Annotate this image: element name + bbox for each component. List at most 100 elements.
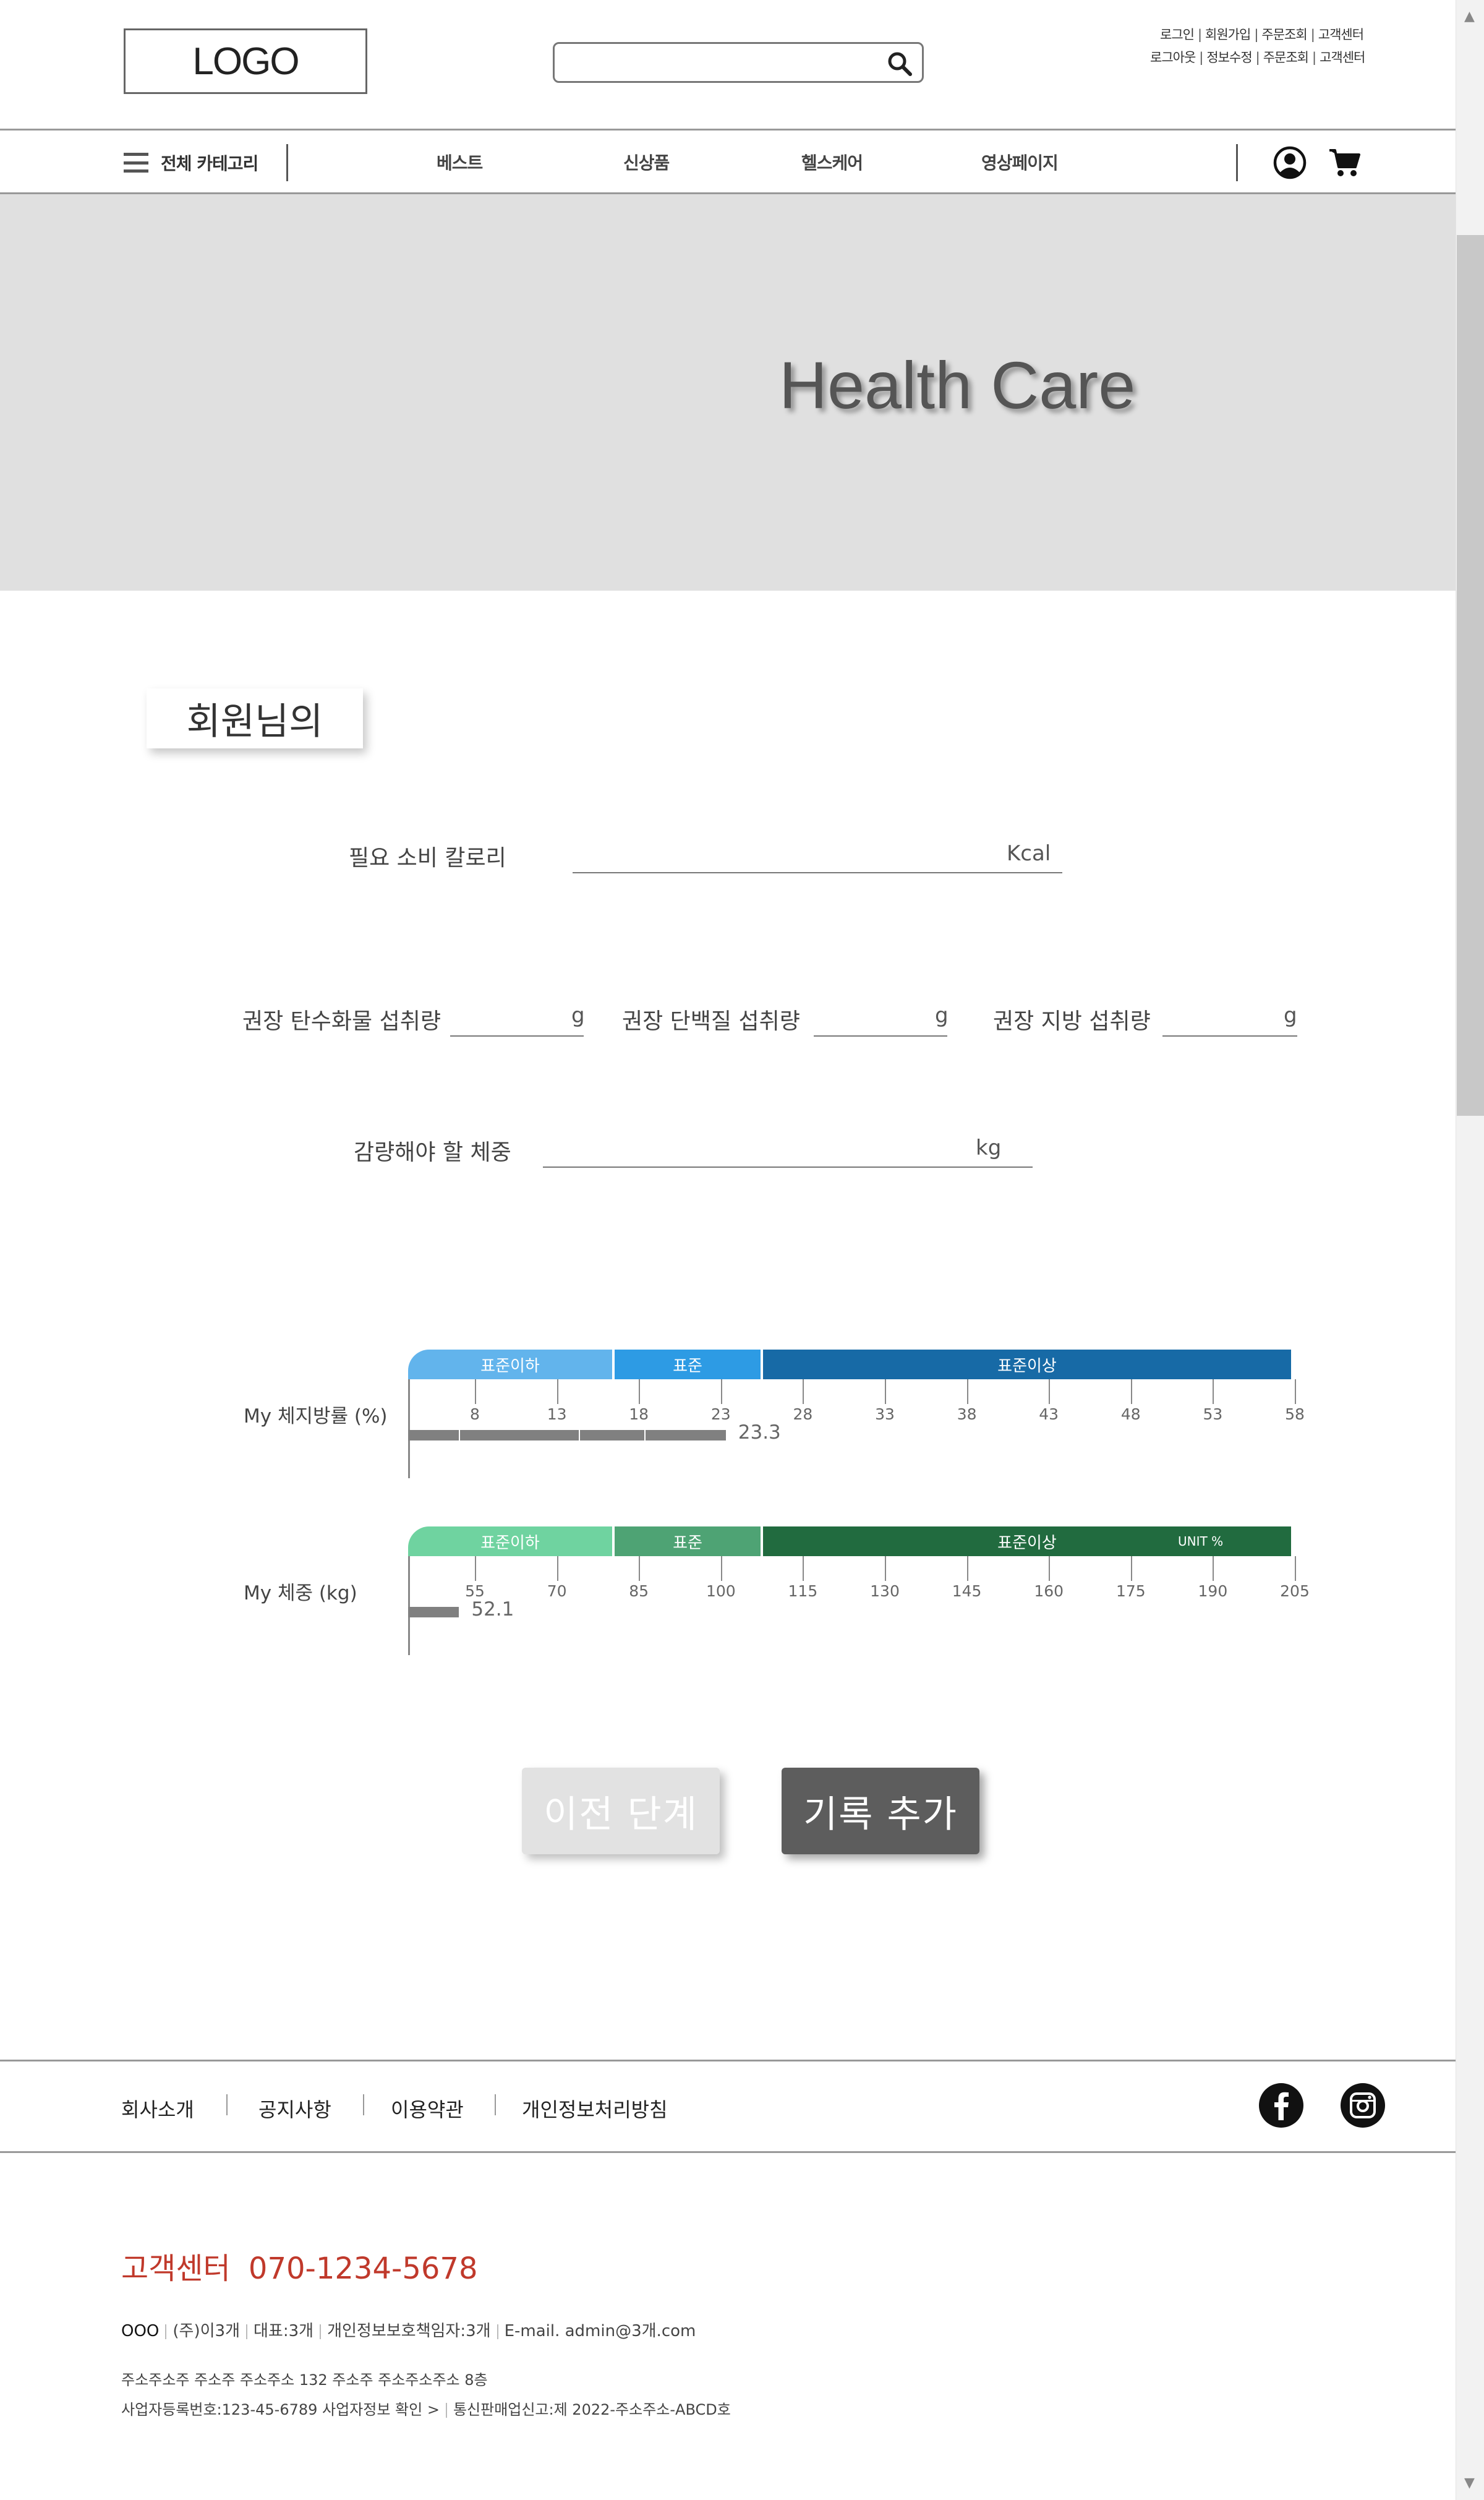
chart-tick bbox=[1295, 1556, 1296, 1581]
logo[interactable]: LOGO bbox=[124, 28, 367, 94]
protein-label: 권장 단백질 섭취량 bbox=[622, 1009, 800, 1034]
company-address: 주소주소주 주소주 주소주소 132 주소주 주소주소주소 8층 bbox=[121, 2371, 488, 2389]
login-link[interactable]: 로그인 bbox=[1160, 25, 1195, 43]
customer-center: 고객센터 070-1234-5678 bbox=[121, 2244, 477, 2287]
body-fat-chart: 표준이하 표준 표준이상 8 13 18 23 28 33 38 43 48 53 58 23.3 bbox=[408, 1350, 1305, 1478]
customer-center-phone[interactable]: 070-1234-5678 bbox=[249, 2251, 478, 2286]
chart-tick bbox=[639, 1379, 641, 1404]
chart-tick bbox=[1049, 1556, 1051, 1581]
all-categories-button[interactable]: 전체 카테고리 bbox=[124, 150, 258, 175]
value-bar-segment bbox=[580, 1430, 644, 1440]
search-input[interactable] bbox=[563, 49, 875, 77]
footer-link-notice[interactable]: 공지사항 bbox=[258, 2094, 331, 2123]
chart-tick bbox=[639, 1556, 641, 1581]
cart-icon[interactable] bbox=[1328, 147, 1360, 178]
chart-tick bbox=[556, 1556, 558, 1581]
search-icon[interactable] bbox=[886, 50, 913, 77]
customer-center-label: 고객센터 bbox=[121, 2251, 231, 2286]
footer-link-about[interactable]: 회사소개 bbox=[121, 2094, 194, 2123]
chart-tick bbox=[475, 1379, 476, 1404]
calorie-field[interactable] bbox=[573, 872, 1062, 873]
weight-loss-unit: kg bbox=[976, 1136, 1002, 1160]
signup-link[interactable]: 회원가입 bbox=[1205, 25, 1251, 43]
footer-sep bbox=[363, 2094, 364, 2115]
chart-tick bbox=[885, 1556, 886, 1581]
tick-label: 115 bbox=[788, 1582, 818, 1600]
company-email: E-mail. admin@3개.com bbox=[504, 2322, 696, 2340]
scroll-up-arrow[interactable]: ▲ bbox=[1464, 9, 1475, 24]
chart-tick bbox=[556, 1379, 558, 1404]
nav-item-new[interactable]: 신상품 bbox=[623, 150, 670, 174]
value-label: 23.3 bbox=[738, 1421, 781, 1444]
company-info-line3: 사업자등록번호:123-45-6789 사업자정보 확인 > 통신판매업신고:제 … bbox=[121, 2397, 731, 2419]
weight-chart-label: My 체중 (kg) bbox=[244, 1582, 357, 1604]
order-lookup-link[interactable]: 주문조회 bbox=[1261, 25, 1307, 43]
nav-item-best[interactable]: 베스트 bbox=[437, 150, 483, 174]
chart-tick bbox=[1213, 1556, 1214, 1581]
tick-label: 55 bbox=[465, 1582, 485, 1600]
ecommerce-registration: 통신판매업신고:제 2022-주소주소-ABCD호 bbox=[453, 2401, 731, 2418]
tick-label: 130 bbox=[870, 1582, 900, 1600]
value-bar-segment bbox=[460, 1430, 579, 1440]
scrollbar-thumb[interactable] bbox=[1457, 235, 1484, 1116]
tick-label: 13 bbox=[547, 1405, 567, 1423]
footer-link-terms[interactable]: 이용약관 bbox=[391, 2094, 464, 2123]
value-label: 52.1 bbox=[471, 1598, 514, 1620]
instagram-icon[interactable] bbox=[1341, 2083, 1385, 2128]
chart-tick bbox=[720, 1556, 722, 1581]
weight-loss-field[interactable] bbox=[543, 1167, 1033, 1168]
logout-link[interactable]: 로그아웃 bbox=[1150, 48, 1196, 66]
menu-icon bbox=[124, 153, 148, 173]
footer-sep bbox=[495, 2094, 496, 2115]
footer-divider-top bbox=[0, 2060, 1456, 2061]
chart-band: 표준이상 bbox=[763, 1350, 1291, 1379]
nav-item-video[interactable]: 영상페이지 bbox=[981, 150, 1059, 174]
tick-label: 18 bbox=[629, 1405, 649, 1423]
fat-label: 권장 지방 섭취량 bbox=[993, 1009, 1151, 1034]
tick-label: 28 bbox=[793, 1405, 813, 1423]
carb-unit: g bbox=[571, 1003, 585, 1028]
chart-tick bbox=[720, 1379, 722, 1404]
scroll-down-arrow[interactable]: ▼ bbox=[1464, 2475, 1475, 2491]
fat-field[interactable] bbox=[1162, 1035, 1297, 1037]
carb-field[interactable] bbox=[450, 1035, 584, 1037]
unit-note: UNIT % bbox=[1178, 1534, 1224, 1549]
company-corp: (주)이3개 bbox=[173, 2322, 240, 2340]
nav-item-healthcare[interactable]: 헬스케어 bbox=[801, 150, 863, 174]
value-bar-segment bbox=[646, 1430, 726, 1440]
chart-tick bbox=[885, 1379, 886, 1404]
user-icon[interactable] bbox=[1273, 146, 1307, 179]
tick-label: 53 bbox=[1203, 1405, 1223, 1423]
chart-tick bbox=[1130, 1556, 1132, 1581]
tick-label: 205 bbox=[1280, 1582, 1310, 1600]
chart-tick bbox=[1213, 1379, 1214, 1404]
facebook-icon[interactable] bbox=[1259, 2083, 1303, 2128]
weight-chart: 표준이하 표준 표준이상 UNIT % 55 70 85 100 115 130 145 160 175… bbox=[408, 1526, 1310, 1655]
chart-tick bbox=[803, 1379, 804, 1404]
header-divider bbox=[0, 129, 1456, 131]
chart-axis bbox=[408, 1379, 410, 1478]
protein-field[interactable] bbox=[814, 1035, 947, 1037]
customer-center-link[interactable]: 고객센터 bbox=[1318, 25, 1364, 43]
company-privacy-officer: 개인정보보호책임자:3개 bbox=[327, 2322, 491, 2340]
weight-loss-label: 감량해야 할 체중 bbox=[354, 1140, 511, 1165]
util-links-row1: 로그인 | 회원가입 | 주문조회 | 고객센터 bbox=[1160, 25, 1364, 43]
edit-profile-link[interactable]: 정보수정 bbox=[1206, 48, 1252, 66]
footer-link-privacy[interactable]: 개인정보처리방침 bbox=[522, 2094, 668, 2123]
add-record-button[interactable]: 기록 추가 bbox=[782, 1768, 979, 1854]
tick-label: 58 bbox=[1285, 1405, 1305, 1423]
customer-center-link-2[interactable]: 고객센터 bbox=[1320, 48, 1365, 66]
order-lookup-link-2[interactable]: 주문조회 bbox=[1263, 48, 1309, 66]
chart-tick bbox=[966, 1556, 968, 1581]
prev-step-button[interactable]: 이전 단계 bbox=[522, 1768, 720, 1854]
carb-label: 권장 탄수화물 섭취량 bbox=[242, 1009, 441, 1034]
tick-label: 145 bbox=[952, 1582, 982, 1600]
util-links-row2: 로그아웃 | 정보수정 | 주문조회 | 고객센터 bbox=[1150, 48, 1365, 66]
business-registration[interactable]: 사업자등록번호:123-45-6789 사업자정보 확인 > bbox=[121, 2401, 440, 2418]
tick-label: 43 bbox=[1039, 1405, 1059, 1423]
chart-band: 표준 bbox=[615, 1526, 761, 1556]
tick-label: 48 bbox=[1120, 1405, 1141, 1423]
tick-label: 38 bbox=[957, 1405, 977, 1423]
all-categories-label: 전체 카테고리 bbox=[161, 153, 258, 174]
value-bar-segment bbox=[408, 1430, 459, 1440]
